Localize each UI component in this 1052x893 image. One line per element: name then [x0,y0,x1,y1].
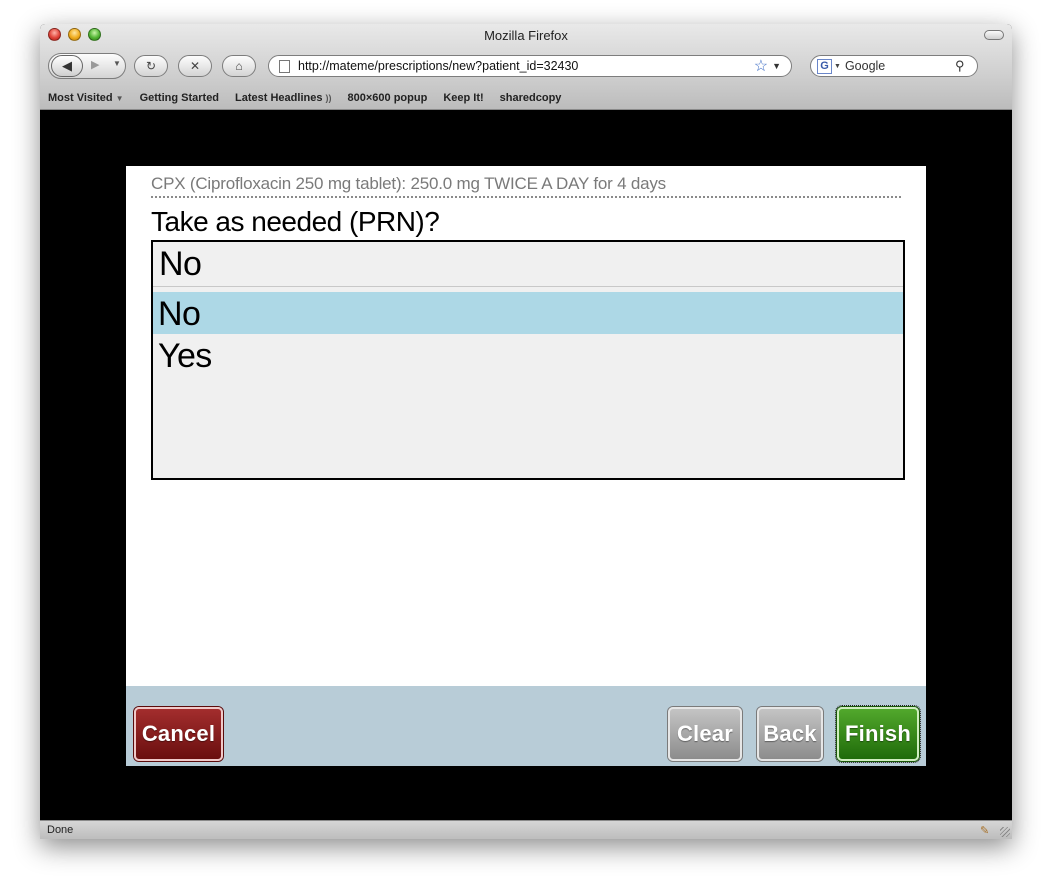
window-title: Mozilla Firefox [484,28,568,43]
browser-chrome: Mozilla Firefox ◀ ▶ ▼ ↻ ✕ ⌂ http://matem… [40,24,1012,110]
url-dropdown-icon[interactable]: ▼ [772,61,781,71]
prescription-summary: CPX (Ciprofloxacin 250 mg tablet): 250.0… [151,174,901,198]
finish-button[interactable]: Finish [835,705,921,763]
cancel-button[interactable]: Cancel [134,707,223,761]
stop-button[interactable]: ✕ [178,55,212,77]
forward-arrow-icon[interactable]: ▶ [91,58,99,71]
stop-icon: ✕ [189,59,201,73]
bookmark-latest-headlines[interactable]: Latest Headlines )) [235,92,331,104]
back-nav-button[interactable]: Back [757,707,823,761]
home-button[interactable]: ⌂ [222,55,256,77]
search-input[interactable]: Google [845,59,955,73]
page-content: CPX (Ciprofloxacin 250 mg tablet): 250.0… [40,110,1012,820]
address-bar[interactable]: http://mateme/prescriptions/new?patient_… [268,55,792,77]
url-text[interactable]: http://mateme/prescriptions/new?patient_… [298,59,754,73]
title-bar: Mozilla Firefox [40,24,1012,48]
toolbar-toggle-button[interactable] [984,30,1004,40]
back-arrow-icon: ◀ [62,58,72,73]
chevron-down-icon: ▼ [115,94,124,103]
bookmark-popup[interactable]: 800×600 popup [348,92,428,104]
bookmark-label: Most Visited [48,92,113,104]
resize-grip-icon[interactable] [1000,827,1010,837]
status-bar: Done ✎ [40,820,1012,839]
magnifier-icon[interactable]: ⚲ [955,58,971,74]
bookmark-getting-started[interactable]: Getting Started [140,92,219,104]
option-yes[interactable]: Yes [153,334,903,378]
search-engine-icon[interactable]: G [817,58,832,74]
reload-button[interactable]: ↻ [134,55,168,77]
button-bar: Cancel Clear Back Finish [126,686,926,766]
reload-icon: ↻ [145,59,157,73]
home-icon: ⌂ [235,59,243,73]
browser-window: Mozilla Firefox ◀ ▶ ▼ ↻ ✕ ⌂ http://matem… [40,24,1012,839]
page-icon [279,59,290,73]
bookmarks-toolbar: Most Visited ▼ Getting Started Latest He… [40,86,1012,110]
back-button[interactable]: ◀ [51,55,83,77]
clear-button[interactable]: Clear [668,707,742,761]
search-bar[interactable]: G ▼ Google ⚲ [810,55,978,77]
bookmark-sharedcopy[interactable]: sharedcopy [500,92,562,104]
rss-icon: )) [325,93,332,103]
star-icon[interactable]: ☆ [754,56,768,76]
question-label: Take as needed (PRN)? [151,206,440,237]
addon-icon[interactable]: ✎ [980,824,994,837]
history-dropdown-icon[interactable]: ▼ [113,59,121,68]
prn-options-list[interactable]: No No Yes [151,240,905,480]
status-text: Done [47,824,74,836]
back-forward-group: ◀ ▶ ▼ [48,53,126,79]
bookmark-label: Latest Headlines [235,92,323,104]
selected-value-field[interactable]: No [153,242,903,287]
prescription-panel: CPX (Ciprofloxacin 250 mg tablet): 250.0… [126,166,926,766]
option-no[interactable]: No [153,292,903,334]
search-engine-dropdown-icon[interactable]: ▼ [834,63,841,70]
bookmark-keep-it[interactable]: Keep It! [443,92,483,104]
bookmark-most-visited[interactable]: Most Visited ▼ [48,92,124,104]
